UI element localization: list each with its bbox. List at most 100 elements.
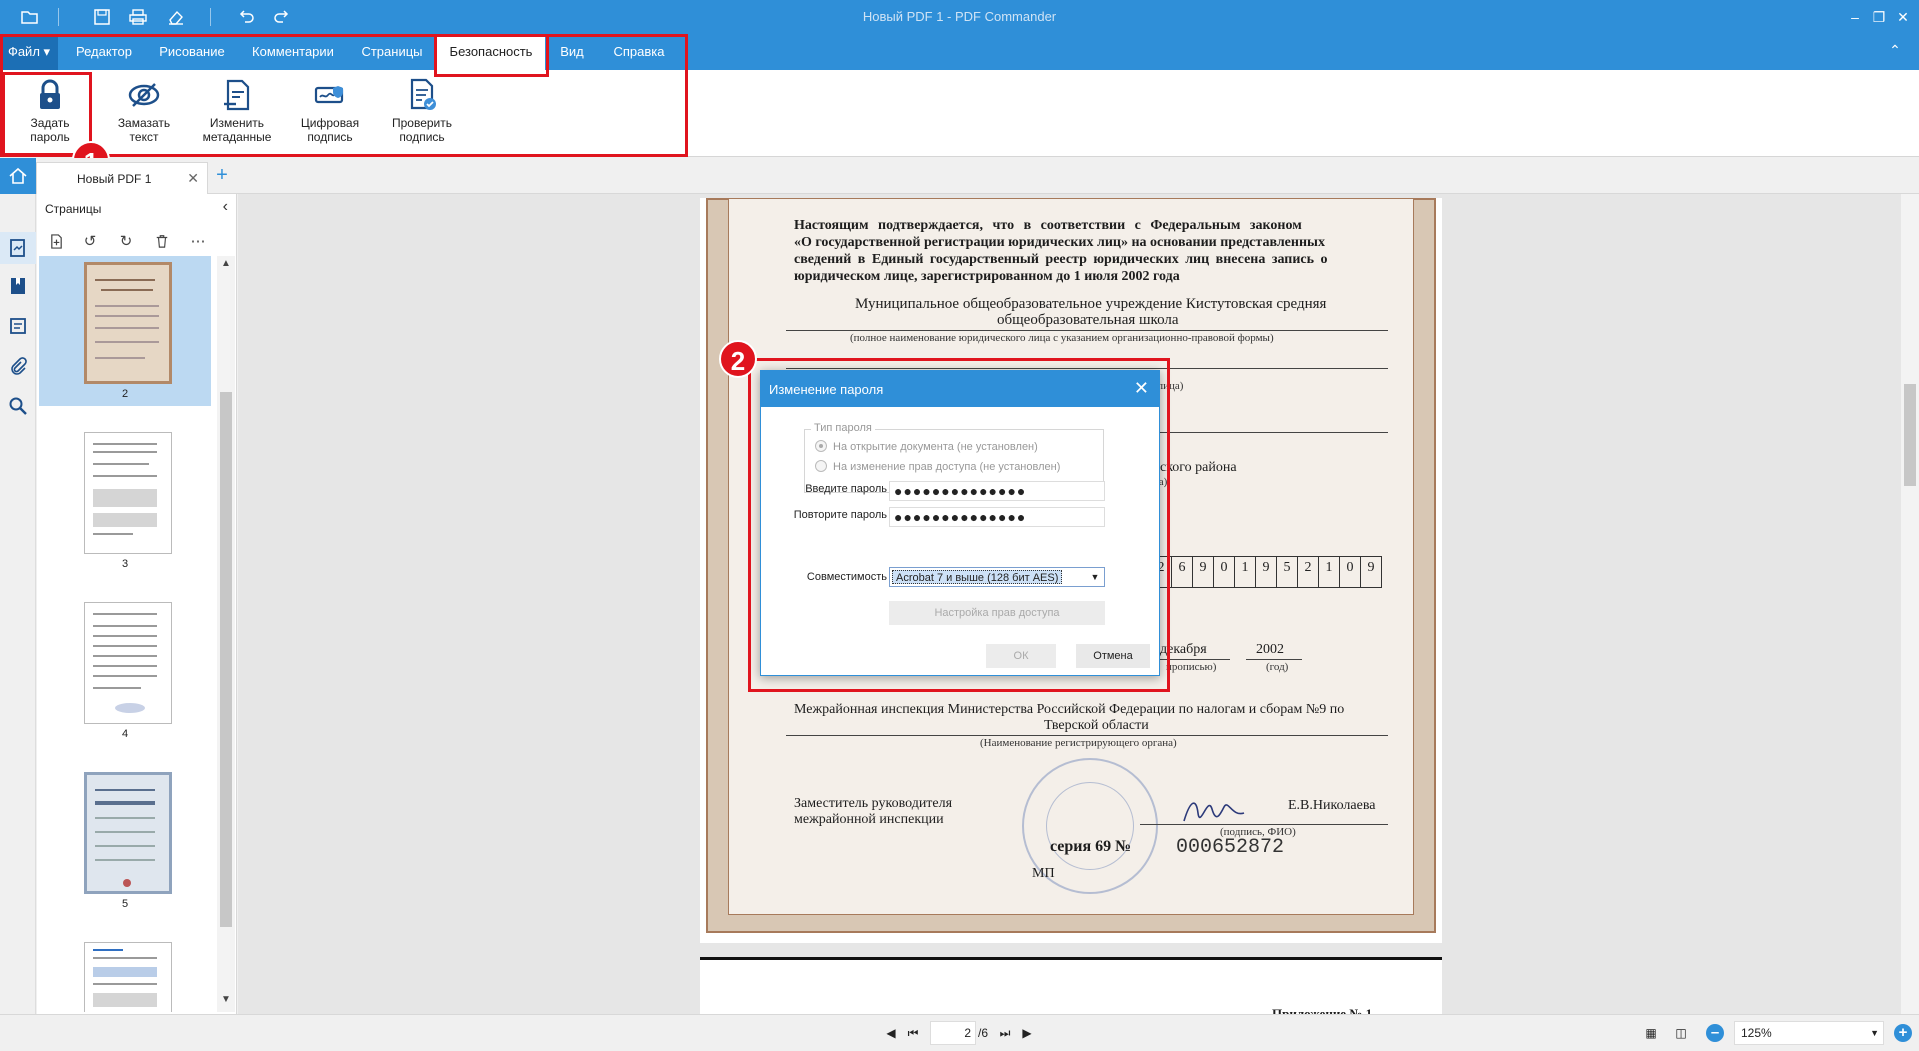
dialog-close-icon[interactable]: ✕ — [1134, 378, 1149, 399]
radio-open-password[interactable]: На открытие документа (не установлен) — [815, 440, 1038, 453]
collapse-ribbon-icon[interactable]: ⌃ — [1885, 42, 1905, 62]
minimize-icon[interactable]: – — [1844, 6, 1866, 28]
eraser-icon[interactable] — [164, 6, 188, 28]
edit-metadata-button[interactable]: Изменить метаданные — [193, 76, 281, 152]
open-folder-icon[interactable] — [18, 6, 42, 28]
ogrn-digit-cell: 0 — [1340, 556, 1361, 588]
set-password-button[interactable]: Задать пароль — [6, 76, 94, 152]
radio-permissions-password-label: На изменение прав доступа (не установлен… — [833, 461, 1061, 473]
attachment-icon[interactable] — [6, 354, 30, 378]
tab-help[interactable]: Справка — [598, 34, 680, 70]
organization-caption: (полное наименование юридического лица с… — [850, 332, 1274, 344]
scrollbar-thumb[interactable] — [220, 392, 232, 927]
underline — [1140, 824, 1388, 825]
rotate-right-icon[interactable]: ↻ — [115, 230, 137, 252]
underline — [1246, 659, 1302, 660]
password-input[interactable]: ●●●●●●●●●●●●●● — [889, 481, 1105, 501]
inspection-caption: (Наименование регистрирующего органа) — [980, 737, 1177, 749]
tab-drawing[interactable]: Рисование — [148, 34, 236, 70]
lock-icon — [40, 79, 60, 109]
step-marker-2: 2 — [719, 340, 757, 378]
handwritten-signature — [1183, 802, 1245, 822]
page-number-label: 4 — [121, 728, 129, 740]
restore-icon[interactable]: ❐ — [1868, 6, 1890, 28]
document-scrollbar[interactable] — [1901, 194, 1919, 1014]
redo-icon[interactable] — [270, 6, 294, 28]
previous-page-icon[interactable]: ◀ — [882, 1024, 900, 1042]
scrollbar-thumb[interactable] — [1904, 384, 1916, 486]
ok-button[interactable]: ОК — [986, 644, 1056, 668]
redact-text-label: Замазать текст — [117, 116, 171, 144]
bookmarks-icon[interactable] — [6, 274, 30, 298]
ogrn-digit-cell: 9 — [1361, 556, 1382, 588]
side-tool-rail — [0, 194, 36, 1014]
thumbnails-scrollbar[interactable]: ▲ ▼ — [217, 256, 235, 1012]
close-tab-icon[interactable]: ✕ — [187, 170, 199, 187]
page-thumbnail[interactable]: 4 — [39, 596, 211, 746]
toolbar-separator — [58, 8, 59, 26]
save-icon[interactable] — [90, 6, 114, 28]
thumbnail-image — [84, 942, 172, 1012]
next-page-icon[interactable]: ▶ — [1018, 1024, 1036, 1042]
close-window-icon[interactable]: ✕ — [1892, 6, 1914, 28]
date-year: 2002 — [1256, 642, 1284, 657]
tab-security[interactable]: Безопасность — [437, 34, 545, 70]
redact-text-button[interactable]: Замазать текст — [100, 76, 188, 152]
metadata-icon — [224, 79, 250, 111]
cancel-button[interactable]: Отмена — [1076, 644, 1150, 668]
two-page-view-icon[interactable]: ◫ — [1672, 1024, 1690, 1042]
zoom-out-icon[interactable]: – — [1706, 1024, 1724, 1042]
dialog-header: Изменение пароля ✕ — [761, 371, 1159, 407]
home-icon[interactable] — [0, 158, 36, 194]
tab-pages[interactable]: Страницы — [352, 34, 432, 70]
annotations-list-icon[interactable] — [6, 314, 30, 338]
digital-signature-button[interactable]: Цифровая подпись — [286, 76, 374, 152]
verify-signature-button[interactable]: Проверить подпись — [378, 76, 466, 152]
zoom-in-icon[interactable]: + — [1894, 1024, 1912, 1042]
search-icon[interactable] — [6, 394, 30, 418]
ribbon-panel: Задать пароль Замазать текст Изменить ме… — [0, 70, 1919, 157]
pages-panel-icon[interactable] — [0, 232, 36, 264]
page-number-input[interactable]: 2 — [930, 1021, 976, 1045]
more-options-icon[interactable]: ⋯ — [187, 230, 209, 252]
page-thumbnails: 2 3 4 5 — [37, 256, 217, 1012]
print-icon[interactable] — [126, 6, 150, 28]
tab-editor[interactable]: Редактор — [62, 34, 146, 70]
zoom-select[interactable]: 125% ▼ — [1734, 1021, 1884, 1045]
scroll-down-icon[interactable]: ▼ — [217, 994, 235, 1010]
tab-comments[interactable]: Комментарии — [240, 34, 346, 70]
undo-icon[interactable] — [234, 6, 258, 28]
new-tab-plus-icon[interactable]: + — [212, 164, 232, 186]
tab-view[interactable]: Вид — [551, 34, 593, 70]
compatibility-select[interactable]: Acrobat 7 и выше (128 бит AES) ▼ — [889, 567, 1105, 587]
collapse-panel-icon[interactable]: ‹ — [223, 198, 228, 216]
page-thumbnail[interactable]: 2 — [39, 256, 211, 406]
rotate-left-icon[interactable]: ↺ — [79, 230, 101, 252]
ogrn-digit-cell: 0 — [1214, 556, 1235, 588]
page-thumbnail[interactable]: 5 — [39, 766, 211, 916]
ogrn-digit-cell: 1 — [1235, 556, 1256, 588]
title-bar: Новый PDF 1 - PDF Commander – ❐ ✕ — [0, 0, 1919, 34]
access-settings-button[interactable]: Настройка прав доступа — [889, 601, 1105, 625]
repeat-password-input[interactable]: ●●●●●●●●●●●●●● — [889, 507, 1105, 527]
page-thumbnail[interactable] — [39, 936, 211, 1012]
file-menu-button[interactable]: Файл ▾ — [0, 34, 58, 70]
toolbar-separator — [210, 8, 211, 26]
delete-page-icon[interactable] — [151, 230, 173, 252]
organization-name-line: Муниципальное общеобразовательное учрежд… — [855, 296, 1327, 312]
first-page-icon[interactable]: ⏮ — [904, 1024, 922, 1042]
radio-selected-icon — [815, 440, 827, 452]
verify-signature-icon — [410, 78, 436, 110]
single-page-view-icon[interactable]: ▦ — [1642, 1024, 1660, 1042]
ogrn-digit-cell: 1 — [1319, 556, 1340, 588]
inspection-line: Тверской области — [1044, 718, 1149, 733]
insert-page-icon[interactable] — [45, 230, 67, 252]
password-label: Введите пароль — [805, 483, 887, 495]
radio-permissions-password[interactable]: На изменение прав доступа (не установлен… — [815, 460, 1060, 473]
document-tab[interactable]: Новый PDF 1 ✕ — [36, 162, 208, 194]
scroll-up-icon[interactable]: ▲ — [217, 258, 235, 274]
page-thumbnail[interactable]: 3 — [39, 426, 211, 576]
signer-title: межрайонной инспекции — [794, 812, 944, 827]
zoom-value: 125% — [1741, 1026, 1772, 1040]
last-page-icon[interactable]: ⏭ — [996, 1024, 1014, 1042]
